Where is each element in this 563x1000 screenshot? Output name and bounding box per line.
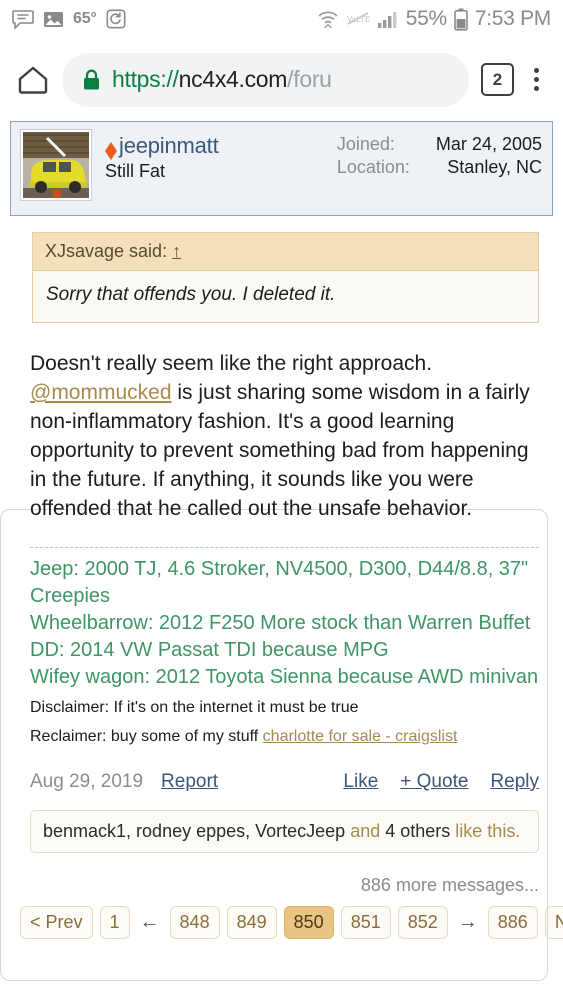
forum-post: jeepinmatt Still Fat Joined: Mar 24, 200…: [10, 121, 553, 853]
url-text: https://nc4x4.com/foru: [112, 66, 332, 93]
author-name-row: jeepinmatt: [105, 133, 219, 160]
arrow-right-icon: →: [457, 911, 478, 933]
quote-text: Sorry that offends you. I deleted it.: [32, 271, 539, 323]
image-icon: [43, 10, 64, 29]
page-button-849[interactable]: 849: [226, 906, 277, 939]
battery-icon: [454, 8, 468, 31]
post-date: Aug 29, 2019: [30, 771, 144, 792]
url-path: /foru: [287, 66, 332, 92]
signature-line-wifey: Wifey wagon: 2012 Toyota Sienna because …: [30, 666, 539, 688]
page-button-last[interactable]: 886: [487, 906, 538, 939]
signature-line-dd: DD: 2014 VW Passat TDI because MPG: [30, 639, 389, 661]
status-bar-right-icons: VoLTE 55% 7:53 PM: [317, 7, 551, 31]
temperature-readout: 65°: [73, 10, 97, 27]
next-page-button[interactable]: Next >: [544, 906, 563, 939]
like-button[interactable]: Like: [343, 771, 378, 793]
url-bar[interactable]: https://nc4x4.com/foru: [62, 52, 469, 107]
refresh-icon: [106, 9, 126, 29]
page-button-850-current[interactable]: 850: [283, 906, 334, 939]
orange-diamond-icon: [105, 136, 117, 160]
signature-disclaimer: Disclaimer: If it's on the internet it m…: [30, 699, 359, 716]
prev-page-button[interactable]: < Prev: [20, 906, 93, 939]
quote-block: XJsavage said: ↑ Sorry that offends you.…: [32, 232, 539, 323]
post-actions: Like + Quote Reply: [343, 771, 539, 793]
author-info: jeepinmatt Still Fat: [105, 130, 219, 182]
forum-page: jeepinmatt Still Fat Joined: Mar 24, 200…: [0, 121, 563, 981]
wifi-icon: [317, 9, 339, 29]
clock-label: 7:53 PM: [474, 7, 551, 30]
signature-reclaimer: Reclaimer: buy some of my stuff charlott…: [30, 724, 539, 749]
user-mention-link[interactable]: @mommucked: [30, 381, 172, 404]
likes-names[interactable]: benmack1, rodney eppes, VortecJeep: [43, 821, 345, 841]
location-label: Location:: [336, 157, 410, 177]
likes-and: and: [345, 821, 386, 841]
author-meta: Joined: Mar 24, 2005 Location: Stanley, …: [337, 130, 542, 178]
reclaimer-prefix: Reclaimer: buy some of my stuff: [30, 728, 263, 745]
message-icon: [12, 9, 34, 29]
pagination: < Prev 1 ← 848 849 850 851 852 → 886 Nex…: [20, 906, 563, 939]
status-bar-left-icons: 65°: [12, 9, 126, 29]
post-message-body: Doesn't really seem like the right appro…: [30, 349, 539, 523]
joined-value: Mar 24, 2005: [435, 134, 542, 154]
reply-button[interactable]: Reply: [490, 771, 539, 793]
arrow-left-icon: ←: [139, 911, 160, 933]
craigslist-link[interactable]: charlotte for sale - craigslist: [263, 728, 458, 745]
report-link[interactable]: Report: [161, 771, 218, 793]
page-button-848[interactable]: 848: [169, 906, 220, 939]
url-scheme: https://: [112, 66, 179, 92]
tab-counter-button[interactable]: 2: [481, 63, 514, 96]
browser-toolbar: https://nc4x4.com/foru 2: [0, 38, 563, 121]
home-icon[interactable]: [16, 63, 50, 97]
likes-suffix: like this.: [450, 821, 521, 841]
signature-block: Jeep: 2000 TJ, 4.6 Stroker, NV4500, D300…: [30, 547, 539, 749]
location-value: Stanley, NC: [447, 157, 542, 177]
signature-line-jeep: Jeep: 2000 TJ, 4.6 Stroker, NV4500, D300…: [30, 558, 529, 607]
avatar[interactable]: [20, 129, 92, 201]
battery-percent-label: 55%: [405, 7, 447, 30]
lock-icon: [82, 69, 101, 91]
url-host: nc4x4.com: [178, 66, 288, 92]
joined-label: Joined:: [336, 134, 395, 154]
post-author-bar: jeepinmatt Still Fat Joined: Mar 24, 200…: [10, 121, 553, 216]
more-messages-label: 886 more messages...: [360, 875, 539, 895]
kebab-menu-icon[interactable]: [526, 65, 547, 94]
page-button-first[interactable]: 1: [99, 906, 130, 939]
page-button-851[interactable]: 851: [340, 906, 391, 939]
post-line-1: Doesn't really seem like the right appro…: [30, 352, 433, 375]
page-button-852[interactable]: 852: [397, 906, 448, 939]
likes-bar: benmack1, rodney eppes, VortecJeep and 4…: [30, 810, 539, 853]
likes-others[interactable]: 4 others: [385, 821, 450, 841]
quote-header: XJsavage said: ↑: [32, 232, 539, 271]
author-username[interactable]: jeepinmatt: [119, 133, 219, 159]
android-status-bar: 65° VoLTE 55% 7:53 PM: [0, 0, 563, 38]
quote-jump-arrow-icon[interactable]: ↑: [172, 241, 181, 261]
quote-author-label: XJsavage said:: [45, 241, 168, 261]
signature-divider: [30, 547, 539, 548]
signal-icon: [377, 10, 399, 29]
post-footer: Aug 29, 2019 Report Like + Quote Reply: [30, 771, 539, 793]
quote-button[interactable]: + Quote: [400, 771, 468, 793]
signature-line-wheelbarrow: Wheelbarrow: 2012 F250 More stock than W…: [30, 612, 531, 634]
author-title: Still Fat: [105, 161, 166, 181]
volte-off-icon: VoLTE: [346, 11, 370, 27]
